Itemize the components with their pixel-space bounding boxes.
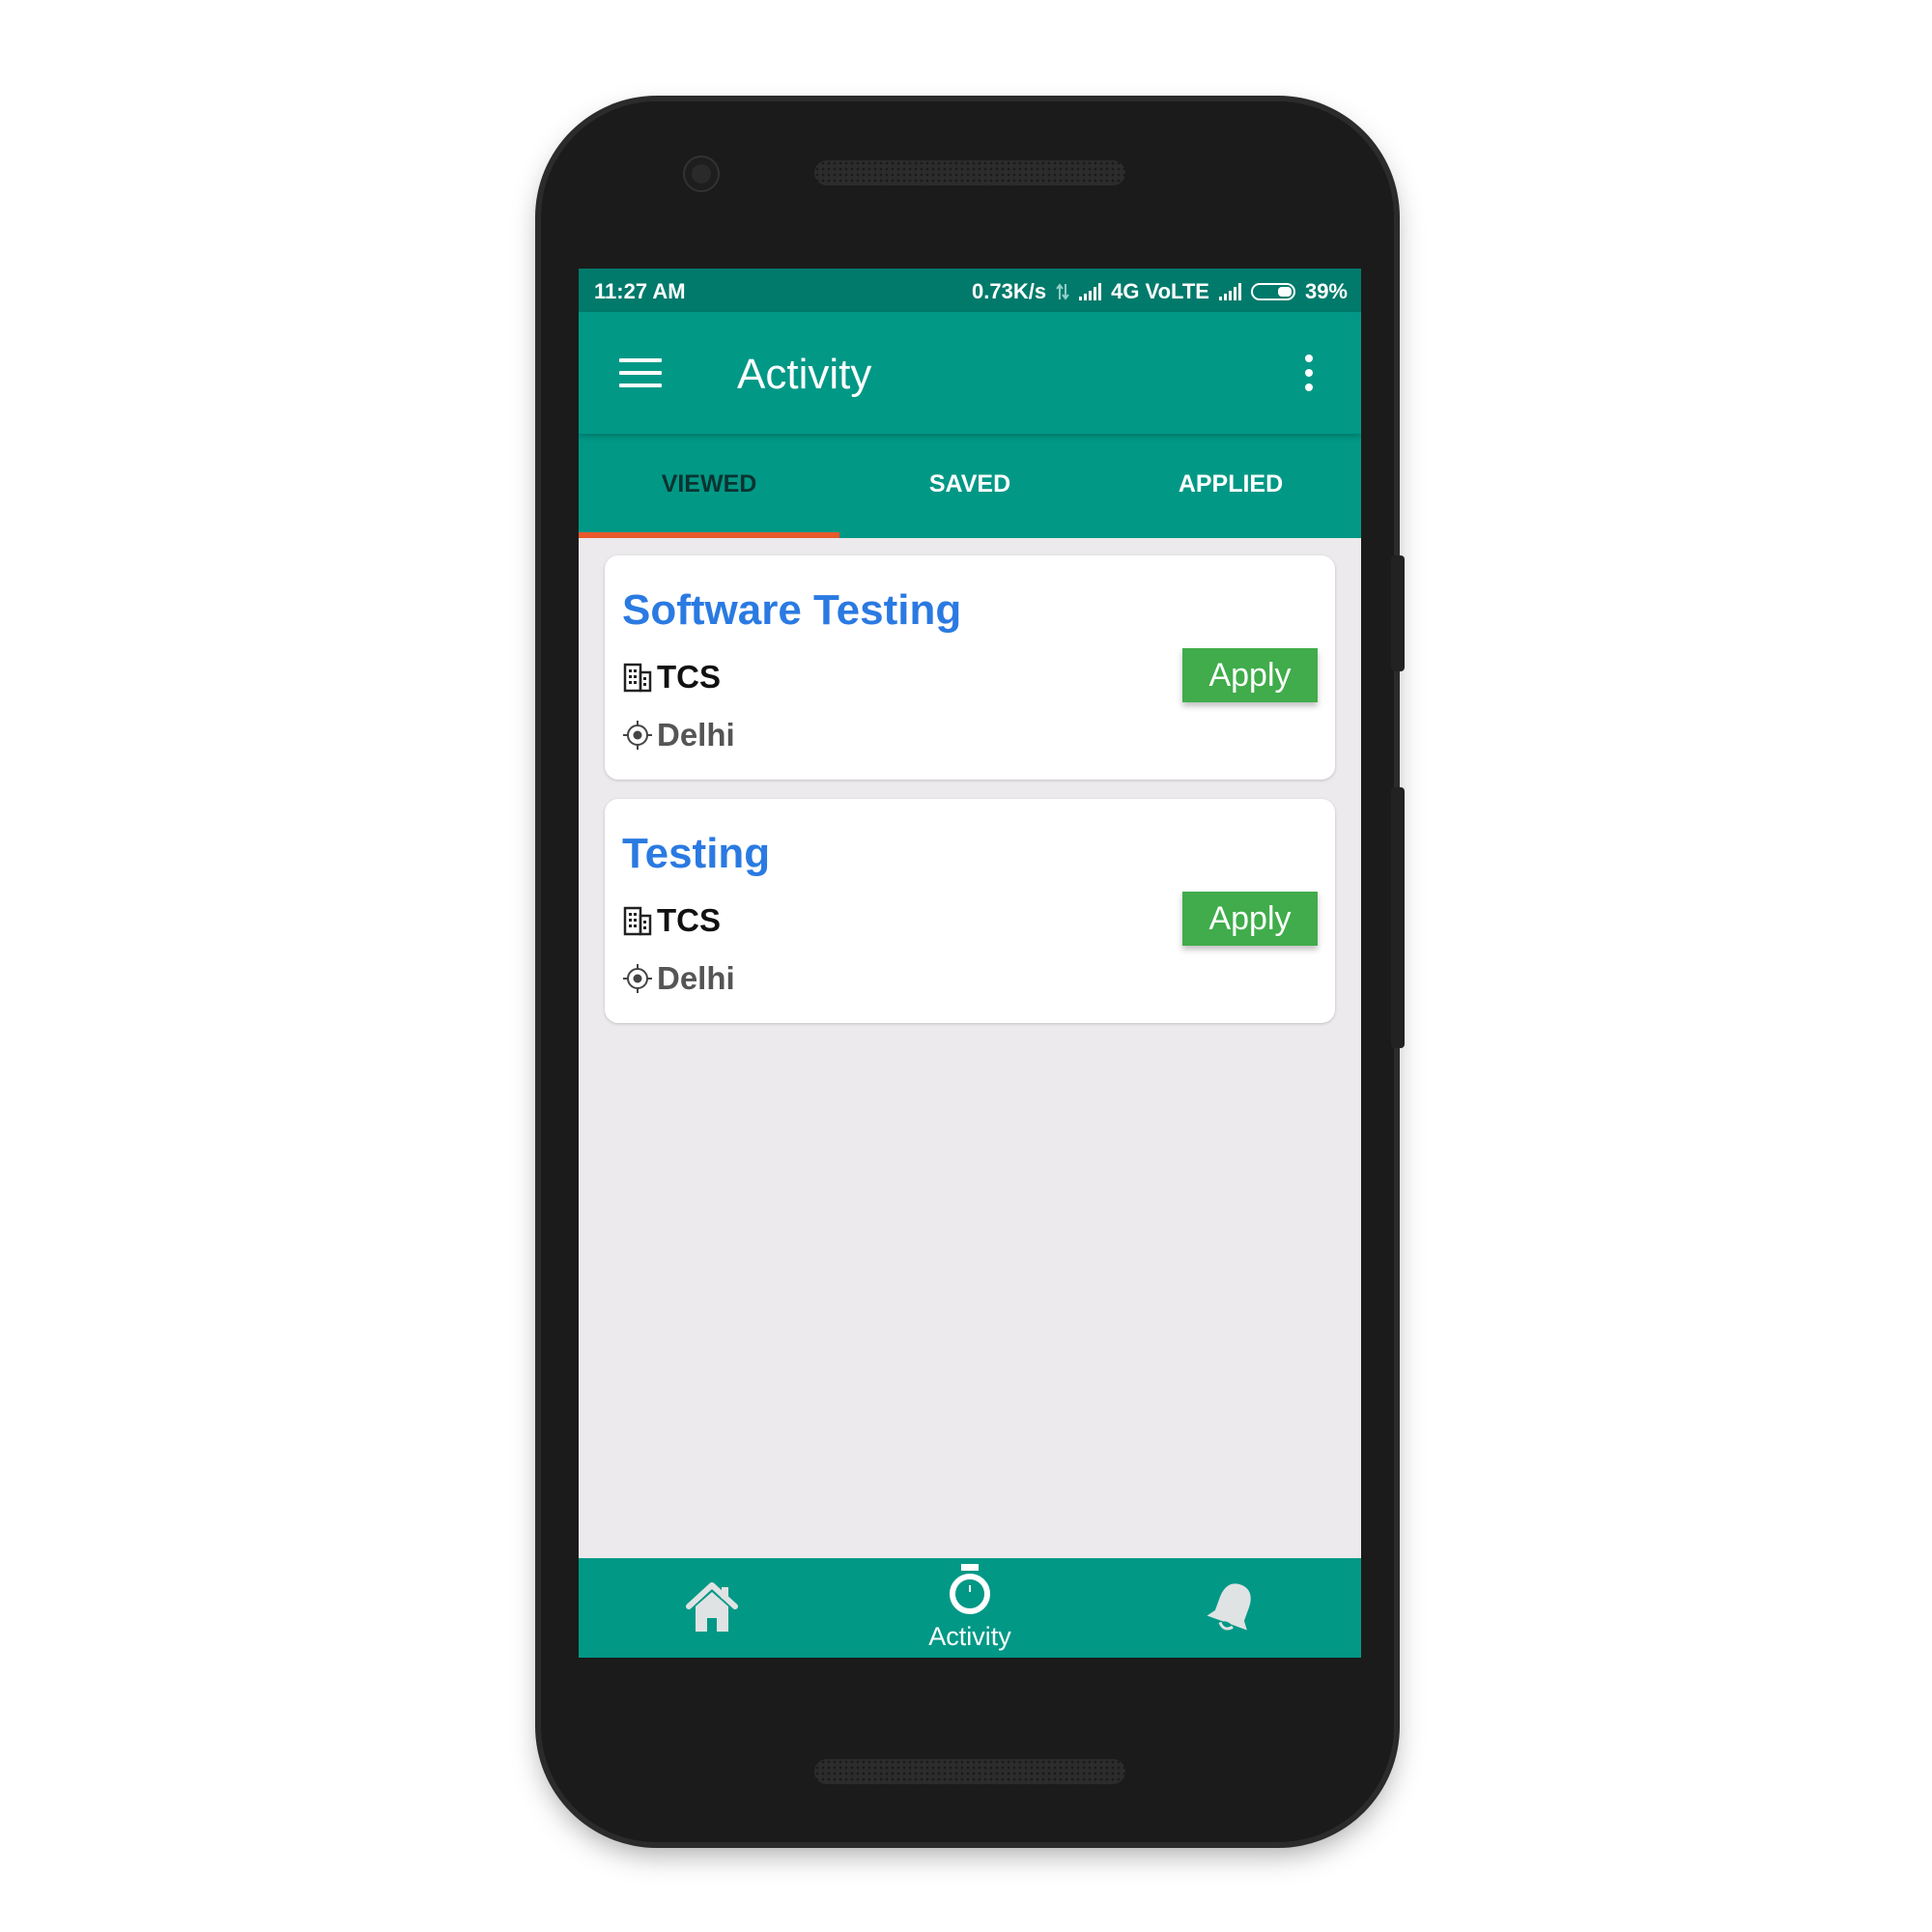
location-name: Delhi (657, 960, 735, 996)
network-speed: 0.73K/s (972, 279, 1047, 303)
job-card[interactable]: Testing TCS Delhi Apply (605, 799, 1335, 1023)
nav-activity[interactable]: Activity (839, 1558, 1100, 1658)
tab-saved[interactable]: SAVED (839, 434, 1100, 538)
more-vert-icon[interactable] (1303, 355, 1315, 393)
apply-button[interactable]: Apply (1182, 648, 1318, 702)
tab-viewed[interactable]: VIEWED (579, 434, 839, 538)
building-icon (623, 663, 652, 693)
location-target-icon (623, 964, 652, 993)
front-camera (685, 157, 718, 190)
company-row: TCS (622, 659, 721, 696)
home-icon (686, 1582, 738, 1632)
active-tab-indicator (579, 532, 839, 538)
stopwatch-icon (950, 1564, 990, 1614)
bottom-speaker (814, 1759, 1125, 1784)
job-title[interactable]: Testing (622, 830, 770, 878)
status-bar: 11:27 AM 0.73K/s 4G VoLTE 39% (579, 269, 1361, 312)
power-button (1391, 787, 1405, 1048)
data-transfer-icon (1056, 283, 1069, 300)
location-target-icon (623, 721, 652, 750)
status-indicators: 0.73K/s 4G VoLTE 39% (972, 279, 1348, 304)
status-time: 11:27 AM (594, 279, 686, 303)
bottom-navigation: Activity (579, 1558, 1361, 1658)
location-row: Delhi (622, 717, 735, 753)
building-icon (623, 906, 652, 936)
hamburger-menu-icon[interactable] (619, 358, 662, 387)
battery-level: 39% (1304, 279, 1348, 303)
apply-button[interactable]: Apply (1182, 892, 1318, 946)
signal-icon (1079, 283, 1102, 300)
nav-home[interactable] (579, 1558, 839, 1658)
job-title[interactable]: Software Testing (622, 586, 961, 635)
company-row: TCS (622, 902, 721, 939)
location-name: Delhi (657, 717, 735, 753)
app-screen: 11:27 AM 0.73K/s 4G VoLTE 39% Activity V… (579, 269, 1361, 1658)
job-list: Software Testing TCS Delhi Apply Testing… (579, 538, 1361, 1558)
volume-button (1391, 555, 1405, 671)
bell-icon (1207, 1583, 1251, 1631)
page-title: Activity (737, 351, 872, 398)
nav-notifications[interactable] (1100, 1558, 1361, 1658)
tab-applied[interactable]: APPLIED (1100, 434, 1361, 538)
top-speaker (814, 160, 1125, 185)
network-type: 4G VoLTE (1111, 279, 1209, 303)
company-name: TCS (657, 659, 721, 695)
nav-label-activity: Activity (928, 1622, 1011, 1651)
location-row: Delhi (622, 960, 735, 997)
tab-bar: VIEWED SAVED APPLIED (579, 434, 1361, 538)
job-card[interactable]: Software Testing TCS Delhi Apply (605, 555, 1335, 780)
app-bar: Activity (579, 312, 1361, 434)
battery-icon (1250, 283, 1295, 300)
company-name: TCS (657, 902, 721, 938)
signal-icon-2 (1218, 283, 1241, 300)
